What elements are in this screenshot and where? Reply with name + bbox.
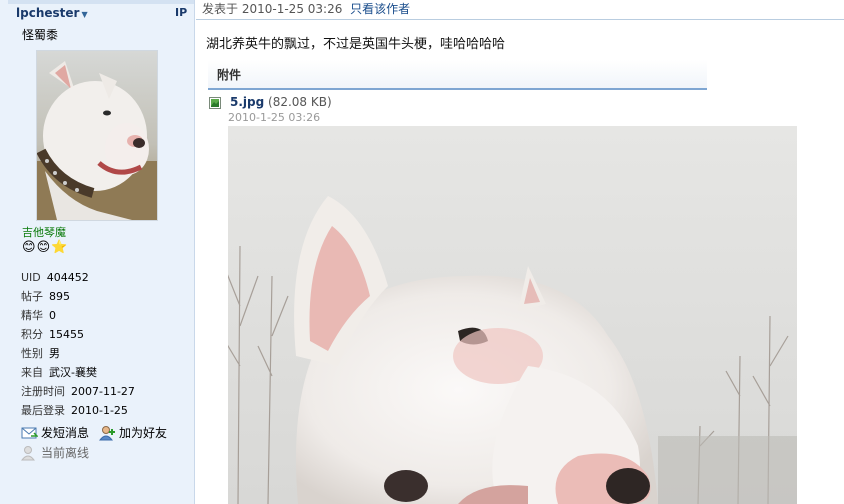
user-rank: 吉他琴魔 (22, 226, 66, 239)
posted-label: 发表于 (202, 2, 239, 16)
stat-row-uid: UID 404452 (21, 271, 89, 284)
offline-user-icon (21, 446, 36, 461)
envelope-icon (21, 427, 38, 439)
smiley-icon: 😊 (36, 240, 51, 255)
username-link[interactable]: lpchester ▼ (16, 6, 88, 20)
user-stats: UID 404452 帖子 895 精华 0 积分 15455 性别男 来自 武汉-襄樊 … (21, 268, 135, 420)
stat-row-digest: 精华 0 (21, 309, 56, 322)
chevron-down-icon[interactable]: ▼ (81, 10, 87, 19)
offline-label: 当前离线 (41, 446, 90, 460)
post-body: 湖北养英牛的飘过，不过是英国牛头梗，哇哈哈哈哈 (206, 37, 506, 52)
image-file-icon (209, 97, 221, 109)
attachment-filename[interactable]: 5.jpg (230, 95, 264, 109)
posted-time: 2010-1-25 03:26 (241, 2, 343, 16)
attachment-label: 附件 (217, 68, 242, 82)
stat-row-registered: 注册时间 2007-11-27 (21, 385, 135, 398)
smiley-icon: 😊 (22, 240, 36, 255)
offline-status: 当前离线 (21, 443, 89, 463)
bull-terrier-avatar-image (37, 51, 157, 220)
stat-row-last-login: 最后登录 2010-1-25 (21, 404, 128, 417)
attachment-image[interactable] (228, 126, 797, 504)
user-nickname: 怪蜀黍 (22, 28, 59, 42)
post-meta: 发表于 2010-1-25 03:26 只看该作者 (202, 0, 410, 17)
sidebar-top-border (8, 0, 194, 4)
attachment-file: 5.jpg (82.08 KB) (230, 95, 332, 109)
stat-row-points: 积分 15455 (21, 328, 84, 341)
post-content-area: 发表于 2010-1-25 03:26 只看该作者 湖北养英牛的飘过，不过是英国… (196, 0, 844, 504)
send-message-label[interactable]: 发短消息 (41, 423, 89, 443)
username[interactable]: lpchester (16, 6, 79, 20)
bull-terrier-photo (228, 126, 797, 504)
star-icon: ⭐ (51, 240, 68, 255)
stat-row-gender: 性别男 (21, 347, 60, 360)
add-friend-button[interactable]: 加为好友 (99, 423, 167, 443)
add-friend-label[interactable]: 加为好友 (119, 423, 167, 443)
actions-row: 发短消息 加为好友 (21, 423, 177, 443)
avatar[interactable] (36, 50, 158, 221)
author-sidebar: lpchester ▼ IP 怪蜀黍 吉他琴魔 😊 😊 ⭐ UID 404452… (0, 0, 195, 504)
user-actions: 发短消息 加为好友 当前离线 (21, 423, 177, 463)
add-friend-icon (99, 426, 116, 441)
meta-divider (196, 19, 844, 20)
stat-row-location: 来自 武汉-襄樊 (21, 366, 97, 379)
ip-link[interactable]: IP (175, 6, 187, 19)
attachment-size: (82.08 KB) (268, 95, 332, 109)
attachment-date: 2010-1-25 03:26 (228, 111, 321, 124)
rank-stars: 😊 😊 ⭐ (22, 240, 67, 256)
stat-row-posts: 帖子 895 (21, 290, 70, 303)
attachment-header: 附件 (208, 60, 707, 90)
send-message-button[interactable]: 发短消息 (21, 423, 89, 443)
status-row: 当前离线 (21, 443, 177, 463)
author-only-link[interactable]: 只看该作者 (350, 2, 410, 16)
